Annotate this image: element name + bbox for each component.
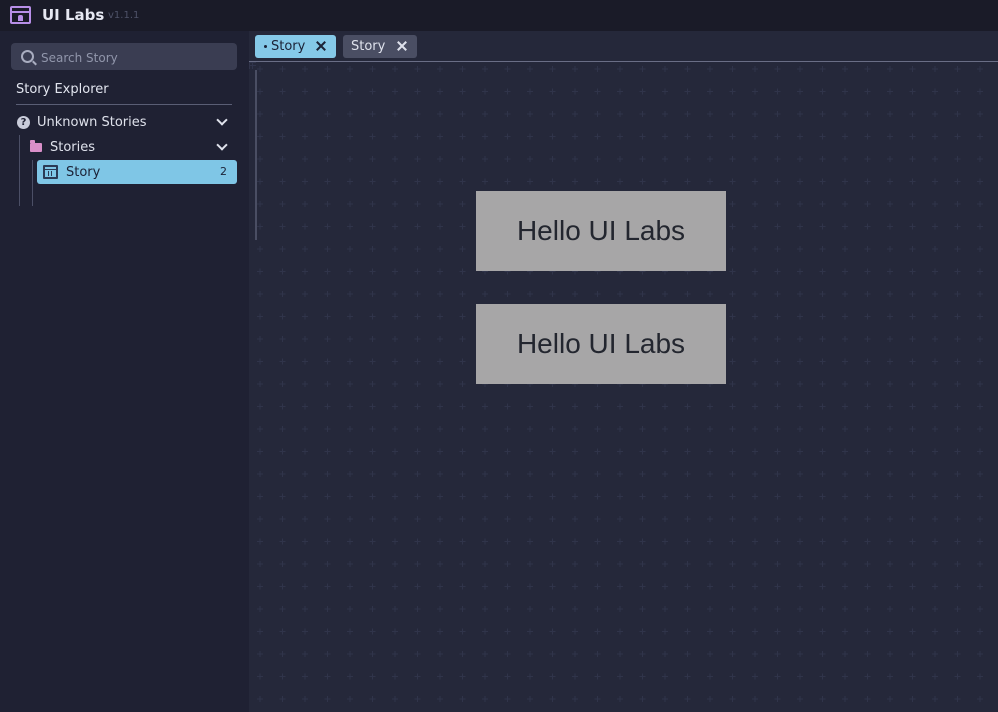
chevron-down-icon[interactable] [216,114,228,126]
canvas-background-pattern [249,62,998,712]
close-icon[interactable] [397,41,407,51]
folder-icon [30,139,42,152]
tree-guide-line [19,135,20,206]
hello-frame: Hello UI Labs [476,304,726,384]
scrollbar-thumb[interactable] [255,70,257,240]
tree-item-label: Unknown Stories [37,114,147,130]
chevron-down-icon[interactable] [216,139,228,151]
tab-label: Story [351,39,386,54]
story-count-badge: 2 [220,165,227,178]
search-icon [21,50,34,63]
tree-item-stories-folder[interactable]: Stories [24,135,237,159]
tree-item-story[interactable]: Story 2 [37,160,237,184]
close-icon[interactable] [316,41,326,51]
question-icon: ? [17,115,30,129]
tree-item-label: Stories [50,139,96,155]
search-input[interactable] [39,43,233,72]
title-bar: UI Labs v1.1.1 [0,0,998,31]
app-version: v1.1.1 [108,10,140,21]
app-logo-icon [10,6,31,24]
story-icon [43,165,58,179]
tree-item-unknown-stories[interactable]: ? Unknown Stories [11,110,237,134]
story-canvas: Hello UI Labs Hello UI Labs [249,62,998,712]
sidebar: Story Explorer ? Unknown Stories Stories… [0,31,249,712]
tree-guide-line [32,160,33,206]
app-title: UI Labs [42,6,105,24]
search-box[interactable] [11,43,237,72]
plus-grid [257,66,983,702]
hello-frame: Hello UI Labs [476,191,726,271]
unsaved-dot-icon [264,45,267,48]
story-explorer-title: Story Explorer [16,82,109,97]
tree-item-label: Story [66,164,101,180]
divider [16,104,232,105]
tab-story[interactable]: Story [343,35,417,58]
tab-bar: Story Story [249,31,998,62]
tab-story-active[interactable]: Story [255,35,336,58]
tab-label: Story [271,39,306,54]
